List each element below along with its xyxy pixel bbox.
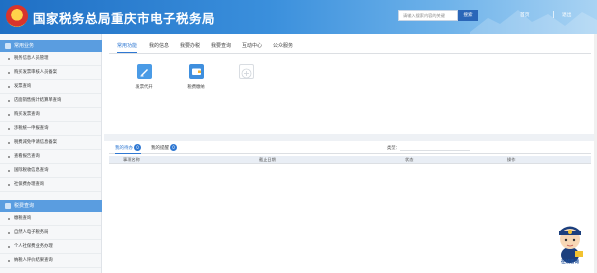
home-link[interactable]: 首页 xyxy=(520,11,530,18)
sidebar-item[interactable]: 购买发票查询 xyxy=(0,108,101,122)
sidebar-item-label: 自然人电子税务局 xyxy=(14,230,49,235)
sidebar-item[interactable]: 查看报告查询 xyxy=(0,150,101,164)
section-title: 税费查询 xyxy=(14,203,35,209)
bullet-icon xyxy=(8,72,10,74)
sidebar-section-common[interactable]: 常用业务 xyxy=(0,40,102,52)
search-button[interactable]: 搜索 xyxy=(458,10,478,21)
sidebar-item-label: 税务信息人员管理 xyxy=(14,56,49,61)
column-header: 截止日期 xyxy=(259,157,276,162)
tab-my-reminders[interactable]: 我的提醒 0 xyxy=(151,144,177,154)
column-header: 事项名称 xyxy=(123,157,140,162)
sidebar: 常用业务 税务信息人员管理 购买发票审核人员备案 发票查询 店面销售统计结算单查… xyxy=(0,34,102,273)
section-divider xyxy=(104,134,597,141)
sidebar-item-label: 购买发票查询 xyxy=(14,112,40,117)
tab-interaction-center[interactable]: 互动中心 xyxy=(242,40,262,53)
sidebar-item-label: 税费减免申请信息备案 xyxy=(14,140,57,145)
bullet-icon xyxy=(8,58,10,60)
sidebar-item[interactable]: 涉税统一申报查询 xyxy=(0,122,101,136)
sidebar-item-label: 国际税收信息查询 xyxy=(14,168,49,173)
sidebar-item-label: 涉税统一申报查询 xyxy=(14,126,49,131)
bullet-icon xyxy=(8,218,10,220)
tab-my-info[interactable]: 我的信息 xyxy=(149,40,169,53)
grid-icon xyxy=(5,203,11,209)
bullet-icon xyxy=(8,114,10,116)
sidebar-item[interactable]: 店面销售统计结算单查询 xyxy=(0,94,101,108)
top-header: 国家税务总局重庆市电子税务局 请输入搜索内容的关键 搜索 首页 退出 xyxy=(0,0,597,34)
sidebar-item[interactable]: 国际税收信息查询 xyxy=(0,164,101,178)
wallet-icon xyxy=(189,64,204,79)
grid-icon xyxy=(5,43,11,49)
tab-common-functions[interactable]: 常用功能 xyxy=(117,40,138,53)
column-header: 操作 xyxy=(507,157,516,162)
sidebar-item[interactable]: 个人社保费业务办理 xyxy=(0,240,101,254)
bullet-icon xyxy=(8,100,10,102)
sidebar-item[interactable]: 税费减免申请信息备案 xyxy=(0,136,101,150)
header-divider xyxy=(553,11,554,18)
bullet-icon xyxy=(8,184,10,186)
sidebar-item-label: 购买发票审核人员备案 xyxy=(14,70,57,75)
type-filter-select[interactable] xyxy=(400,150,470,151)
sidebar-item[interactable]: 购买发票审核人员备案 xyxy=(0,66,101,80)
search-input[interactable]: 请输入搜索内容的关键 xyxy=(398,10,458,21)
sidebar-item[interactable]: 自然人电子税务局 xyxy=(0,226,101,240)
sidebar-item-label: 缴税查询 xyxy=(14,216,32,221)
function-tabs: 常用功能 我的信息 我要办税 我要查询 互动中心 公众服务 xyxy=(109,40,591,54)
sidebar-item-label: 个人社保费业务办理 xyxy=(14,244,53,249)
main-panel: 常用功能 我的信息 我要办税 我要查询 互动中心 公众服务 发票代开 税费缴纳 … xyxy=(104,34,597,273)
bullet-icon xyxy=(8,170,10,172)
sidebar-item-label: 发票查询 xyxy=(14,84,32,89)
bullet-icon xyxy=(8,128,10,130)
tab-my-todo[interactable]: 我的待办 0 xyxy=(115,144,141,154)
type-filter-label: 类型： xyxy=(387,146,400,151)
sidebar-section-query[interactable]: 税费查询 xyxy=(0,200,102,212)
section-title: 常用业务 xyxy=(14,43,35,49)
bullet-icon xyxy=(8,156,10,158)
exit-link[interactable]: 退出 xyxy=(562,11,572,18)
tab-public-service[interactable]: 公众服务 xyxy=(273,40,293,53)
tax-emblem-logo xyxy=(6,5,28,27)
tile-tax-payment[interactable]: 税费缴纳 xyxy=(176,64,216,104)
tile-label: 发票代开 xyxy=(135,85,153,90)
site-title: 国家税务总局重庆市电子税务局 xyxy=(33,11,216,26)
add-icon xyxy=(239,64,254,79)
tile-label: 税费缴纳 xyxy=(187,85,205,90)
sidebar-item-label: 社保费办理查询 xyxy=(14,182,45,187)
sidebar-item[interactable]: 纳税人评价结果查询 xyxy=(0,254,101,268)
great-wall-decoration xyxy=(470,10,597,34)
bullet-icon xyxy=(8,232,10,234)
sidebar-item-label: 查看报告查询 xyxy=(14,154,40,159)
sidebar-item-label: 店面销售统计结算单查询 xyxy=(14,98,62,103)
invoice-icon xyxy=(137,64,152,79)
count-badge: 0 xyxy=(134,144,141,151)
tab-label: 我的待办 xyxy=(115,146,133,151)
sidebar-item[interactable]: 社保费办理查询 xyxy=(0,178,101,192)
online-consult-label[interactable]: 在线咨询 xyxy=(550,259,590,265)
todo-tabs: 我的待办 0 我的提醒 0 xyxy=(109,143,591,154)
bullet-icon xyxy=(8,86,10,88)
sidebar-item-label: 纳税人评价结果查询 xyxy=(14,258,53,263)
bullet-icon xyxy=(8,260,10,262)
tile-invoice-issuing[interactable]: 发票代开 xyxy=(124,64,164,104)
sidebar-item[interactable]: 缴税查询 xyxy=(0,212,101,226)
sidebar-item[interactable]: 税务信息人员管理 xyxy=(0,52,101,66)
bullet-icon xyxy=(8,142,10,144)
tab-tax-handling[interactable]: 我要办税 xyxy=(180,40,200,53)
count-badge: 0 xyxy=(170,144,177,151)
todo-table-header: 事项名称 截止日期 状态 操作 xyxy=(109,156,591,164)
tab-label: 我的提醒 xyxy=(151,146,169,151)
tile-add-function[interactable] xyxy=(226,64,266,104)
sidebar-item[interactable]: 发票查询 xyxy=(0,80,101,94)
bullet-icon xyxy=(8,246,10,248)
column-header: 状态 xyxy=(405,157,414,162)
tab-query[interactable]: 我要查询 xyxy=(211,40,231,53)
